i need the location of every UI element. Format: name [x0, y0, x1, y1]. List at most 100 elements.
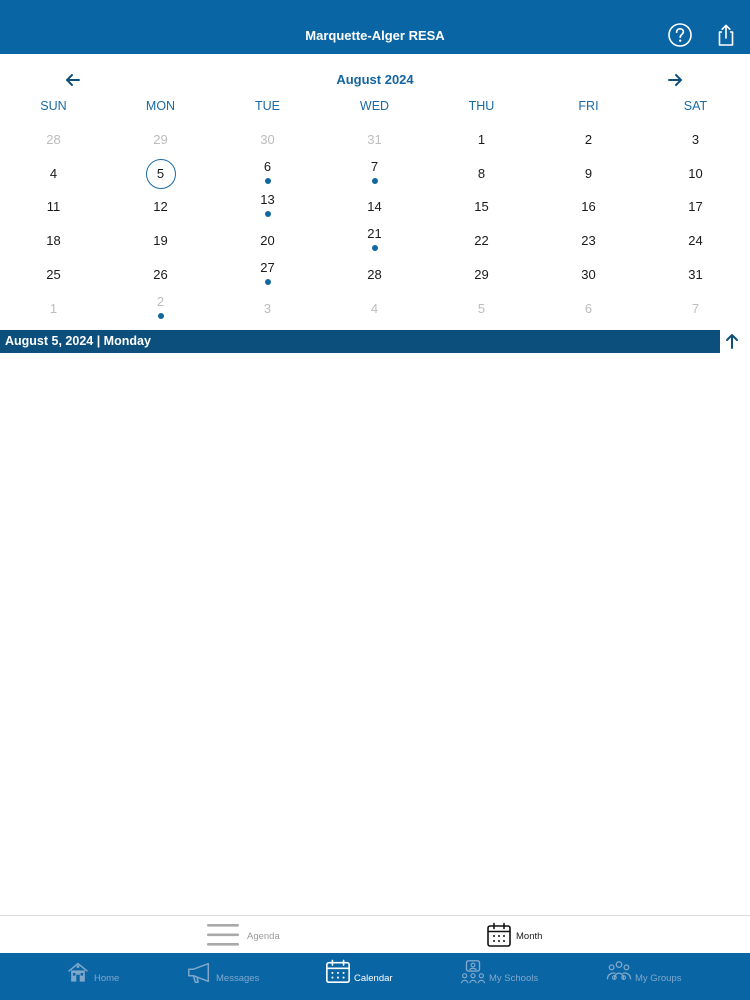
tab-home[interactable]: Home	[66, 959, 136, 993]
calendar-day[interactable]: 23	[535, 223, 642, 257]
page-title: Marquette-Alger RESA	[305, 28, 445, 43]
calendar-day[interactable]: 28	[321, 257, 428, 291]
day-number: 4	[370, 300, 379, 316]
view-switch-bar: Agenda Month	[0, 915, 750, 953]
calendar-day[interactable]: 21	[321, 223, 428, 257]
month-label: Month	[516, 931, 543, 942]
event-dot-icon	[371, 177, 378, 184]
calendar-day[interactable]: 31	[642, 257, 749, 291]
event-dot-icon	[264, 211, 271, 218]
day-number: 8	[477, 165, 486, 181]
tab-label: My Schools	[489, 973, 539, 984]
day-number: 28	[46, 132, 61, 147]
tab-messages[interactable]: Messages	[186, 959, 266, 993]
agenda-label: Agenda	[247, 931, 280, 942]
day-number: 25	[46, 266, 61, 282]
calendar-day[interactable]: 1	[428, 122, 535, 156]
day-number: 6	[584, 300, 593, 316]
calendar-day[interactable]: 29	[428, 257, 535, 291]
help-icon[interactable]	[667, 22, 693, 48]
calendar-day[interactable]: 27	[214, 257, 321, 291]
month-title: August 2024	[336, 72, 414, 87]
calendar-day[interactable]: 11	[0, 189, 107, 223]
day-number: 26	[153, 266, 168, 282]
calendar-day[interactable]: 19	[107, 223, 214, 257]
weekday-header: MON	[145, 99, 176, 113]
calendar-day[interactable]: 15	[428, 189, 535, 223]
calendar-day[interactable]: 31	[321, 122, 428, 156]
calendar-day[interactable]: 20	[214, 223, 321, 257]
day-number: 12	[153, 199, 168, 215]
month-view-button[interactable]: Month	[486, 922, 576, 950]
event-dot-icon	[264, 177, 271, 184]
day-number: 23	[581, 233, 596, 249]
day-number: 30	[581, 266, 596, 282]
day-number: 7	[691, 300, 700, 316]
weekday-header: SAT	[683, 99, 708, 113]
home-icon	[68, 962, 88, 982]
calendar-day[interactable]: 8	[428, 156, 535, 190]
day-number: 10	[688, 165, 703, 181]
calendar-day[interactable]: 7	[321, 156, 428, 190]
tab-label: Calendar	[354, 973, 393, 984]
day-number: 17	[688, 199, 703, 215]
day-number: 21	[367, 226, 382, 242]
calendar-day[interactable]: 26	[107, 257, 214, 291]
calendar-day[interactable]: 17	[642, 189, 749, 223]
calendar-day[interactable]: 25	[0, 257, 107, 291]
weekday-header: FRI	[578, 99, 599, 113]
selected-date-label: August 5, 2024 | Monday	[5, 334, 151, 348]
calendar-icon	[326, 959, 350, 984]
arrow-up-icon[interactable]	[722, 331, 742, 351]
calendar-day[interactable]: 13	[214, 189, 321, 223]
calendar-day[interactable]: 2	[107, 291, 214, 325]
calendar-day[interactable]: 12	[107, 189, 214, 223]
calendar-day[interactable]: 28	[0, 122, 107, 156]
selected-date-bar: August 5, 2024 | Monday	[0, 330, 720, 353]
tab-my-schools[interactable]: My Schools	[460, 959, 550, 993]
calendar-day[interactable]: 6	[214, 156, 321, 190]
calendar-day[interactable]: 7	[642, 291, 749, 325]
calendar-day-selected[interactable]: 5	[107, 156, 214, 190]
calendar-day[interactable]: 3	[214, 291, 321, 325]
weekday-header: SUN	[40, 99, 67, 113]
day-number: 13	[260, 192, 275, 208]
day-number: 11	[46, 199, 61, 215]
weekday-header-row: SUN MON TUE WED THU FRI SAT	[0, 99, 750, 115]
day-number: 2	[156, 293, 165, 309]
list-icon	[207, 924, 239, 946]
day-number: 9	[584, 165, 593, 181]
calendar-day[interactable]: 30	[214, 122, 321, 156]
tab-my-groups[interactable]: My Groups	[606, 959, 696, 993]
calendar-day[interactable]: 30	[535, 257, 642, 291]
day-number: 30	[260, 132, 275, 147]
calendar-day[interactable]: 9	[535, 156, 642, 190]
calendar-day[interactable]: 16	[535, 189, 642, 223]
calendar-day[interactable]: 29	[107, 122, 214, 156]
calendar-day[interactable]: 5	[428, 291, 535, 325]
calendar-day[interactable]: 10	[642, 156, 749, 190]
calendar-day[interactable]: 18	[0, 223, 107, 257]
calendar-day[interactable]: 3	[642, 122, 749, 156]
calendar-day[interactable]: 1	[0, 291, 107, 325]
share-icon[interactable]	[713, 22, 739, 48]
tab-label: Home	[94, 973, 120, 984]
bottom-tab-bar: Home Messages Calendar My Schools My Gro…	[0, 953, 750, 1000]
day-number: 27	[260, 259, 275, 275]
event-dot-icon	[157, 312, 164, 319]
day-number: 6	[263, 158, 272, 174]
calendar-day[interactable]: 6	[535, 291, 642, 325]
calendar-day[interactable]: 14	[321, 189, 428, 223]
tab-label: Messages	[216, 973, 260, 984]
next-month-arrow-icon[interactable]	[665, 70, 685, 90]
calendar-day[interactable]: 4	[321, 291, 428, 325]
calendar-day[interactable]: 4	[0, 156, 107, 190]
day-number: 24	[688, 233, 703, 249]
calendar-icon	[487, 922, 511, 947]
agenda-view-button[interactable]: Agenda	[206, 922, 316, 950]
event-dot-icon	[371, 245, 378, 252]
calendar-day[interactable]: 2	[535, 122, 642, 156]
calendar-day[interactable]: 22	[428, 223, 535, 257]
tab-calendar[interactable]: Calendar	[325, 959, 405, 993]
calendar-day[interactable]: 24	[642, 223, 749, 257]
